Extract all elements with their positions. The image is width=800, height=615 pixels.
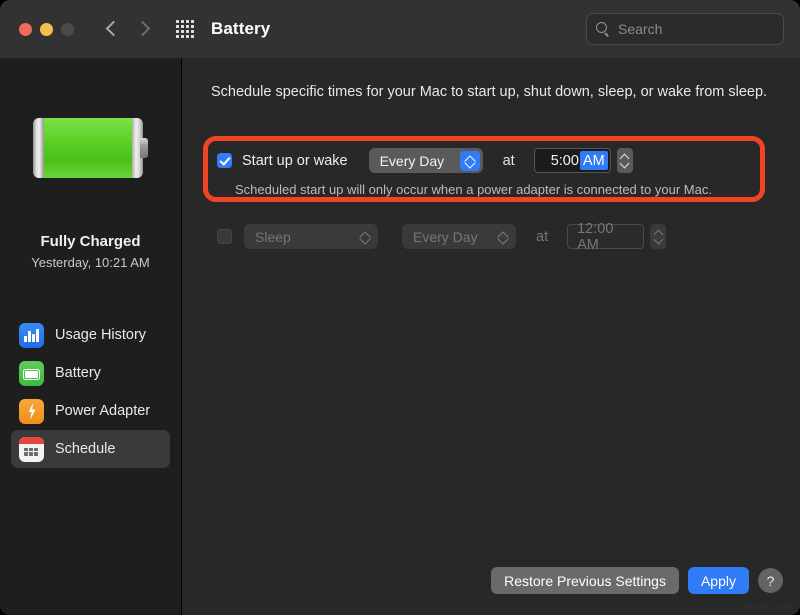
battery-body <box>33 118 143 178</box>
schedule-calendar-icon <box>19 437 44 462</box>
battery-full-graphic <box>33 118 148 178</box>
sidebar-item-label: Battery <box>55 365 101 381</box>
sleep-row: Sleep Every Day at 12:00 AM <box>217 224 666 249</box>
startup-checkbox[interactable] <box>217 153 232 168</box>
power-adapter-icon <box>19 399 44 424</box>
zoom-button[interactable] <box>61 23 74 36</box>
startup-day-value: Every Day <box>369 153 445 169</box>
startup-note: Scheduled start up will only occur when … <box>235 182 712 197</box>
startup-row-label: Start up or wake <box>242 153 348 169</box>
chevron-updown-icon <box>493 227 513 247</box>
title-bar: Battery Search <box>0 0 800 58</box>
schedule-description: Schedule specific times for your Mac to … <box>211 82 771 103</box>
sidebar-item-usage-history[interactable]: Usage History <box>11 316 170 354</box>
sleep-action-value: Sleep <box>244 229 291 245</box>
sleep-time-field[interactable]: 12:00 AM <box>567 224 644 249</box>
navigation-buttons <box>107 20 148 39</box>
sidebar-nav-list: Usage History Battery Power Adapter <box>0 316 181 468</box>
sidebar-item-power-adapter[interactable]: Power Adapter <box>11 392 170 430</box>
footer-buttons: Restore Previous Settings Apply ? <box>491 567 783 594</box>
chevron-updown-icon <box>355 227 375 247</box>
startup-time-meridiem[interactable]: AM <box>580 151 608 170</box>
page-title: Battery <box>211 19 270 39</box>
search-icon <box>596 22 610 36</box>
minimize-button[interactable] <box>40 23 53 36</box>
startup-or-wake-row: Start up or wake Every Day at 5:00 AM <box>217 148 633 173</box>
sleep-time-stepper[interactable] <box>650 224 666 249</box>
sleep-at-label: at <box>536 229 548 245</box>
sidebar-item-battery[interactable]: Battery <box>11 354 170 392</box>
sidebar-item-schedule[interactable]: Schedule <box>11 430 170 468</box>
startup-time-stepper[interactable] <box>617 148 633 173</box>
apply-button[interactable]: Apply <box>688 567 749 594</box>
watermark: wsxdn.com <box>740 602 792 613</box>
chevron-left-icon[interactable] <box>107 20 118 39</box>
sleep-action-popup[interactable]: Sleep <box>244 224 378 249</box>
sidebar-item-label: Schedule <box>55 441 115 457</box>
close-button[interactable] <box>19 23 32 36</box>
startup-time-number: 5:00 <box>542 153 580 169</box>
chevron-right-icon[interactable] <box>137 20 148 39</box>
battery-terminal <box>140 138 148 158</box>
startup-day-popup[interactable]: Every Day <box>369 148 483 173</box>
main-content: Schedule specific times for your Mac to … <box>182 58 800 615</box>
sidebar-item-label: Power Adapter <box>55 403 150 419</box>
search-field[interactable]: Search <box>586 13 784 45</box>
sidebar: Fully Charged Yesterday, 10:21 AM Usage … <box>0 58 182 615</box>
search-placeholder: Search <box>618 21 662 37</box>
restore-previous-settings-button[interactable]: Restore Previous Settings <box>491 567 679 594</box>
sidebar-item-label: Usage History <box>55 327 146 343</box>
sleep-day-popup[interactable]: Every Day <box>402 224 516 249</box>
startup-at-label: at <box>503 153 515 169</box>
help-button[interactable]: ? <box>758 568 783 593</box>
battery-icon <box>19 361 44 386</box>
sleep-checkbox[interactable] <box>217 229 232 244</box>
traffic-light-buttons <box>19 23 74 36</box>
battery-fill <box>44 118 132 178</box>
battery-last-charged-label: Yesterday, 10:21 AM <box>0 255 181 270</box>
usage-history-icon <box>19 323 44 348</box>
sleep-time-value: 12:00 AM <box>568 221 641 253</box>
sleep-day-value: Every Day <box>402 229 478 245</box>
battery-preferences-window: Battery Search Fully Charged Yesterday, … <box>0 0 800 615</box>
all-preferences-grid-icon[interactable] <box>176 20 195 39</box>
startup-time-field[interactable]: 5:00 AM <box>534 148 611 173</box>
battery-status-label: Fully Charged <box>0 233 181 250</box>
chevron-updown-icon <box>460 151 480 171</box>
